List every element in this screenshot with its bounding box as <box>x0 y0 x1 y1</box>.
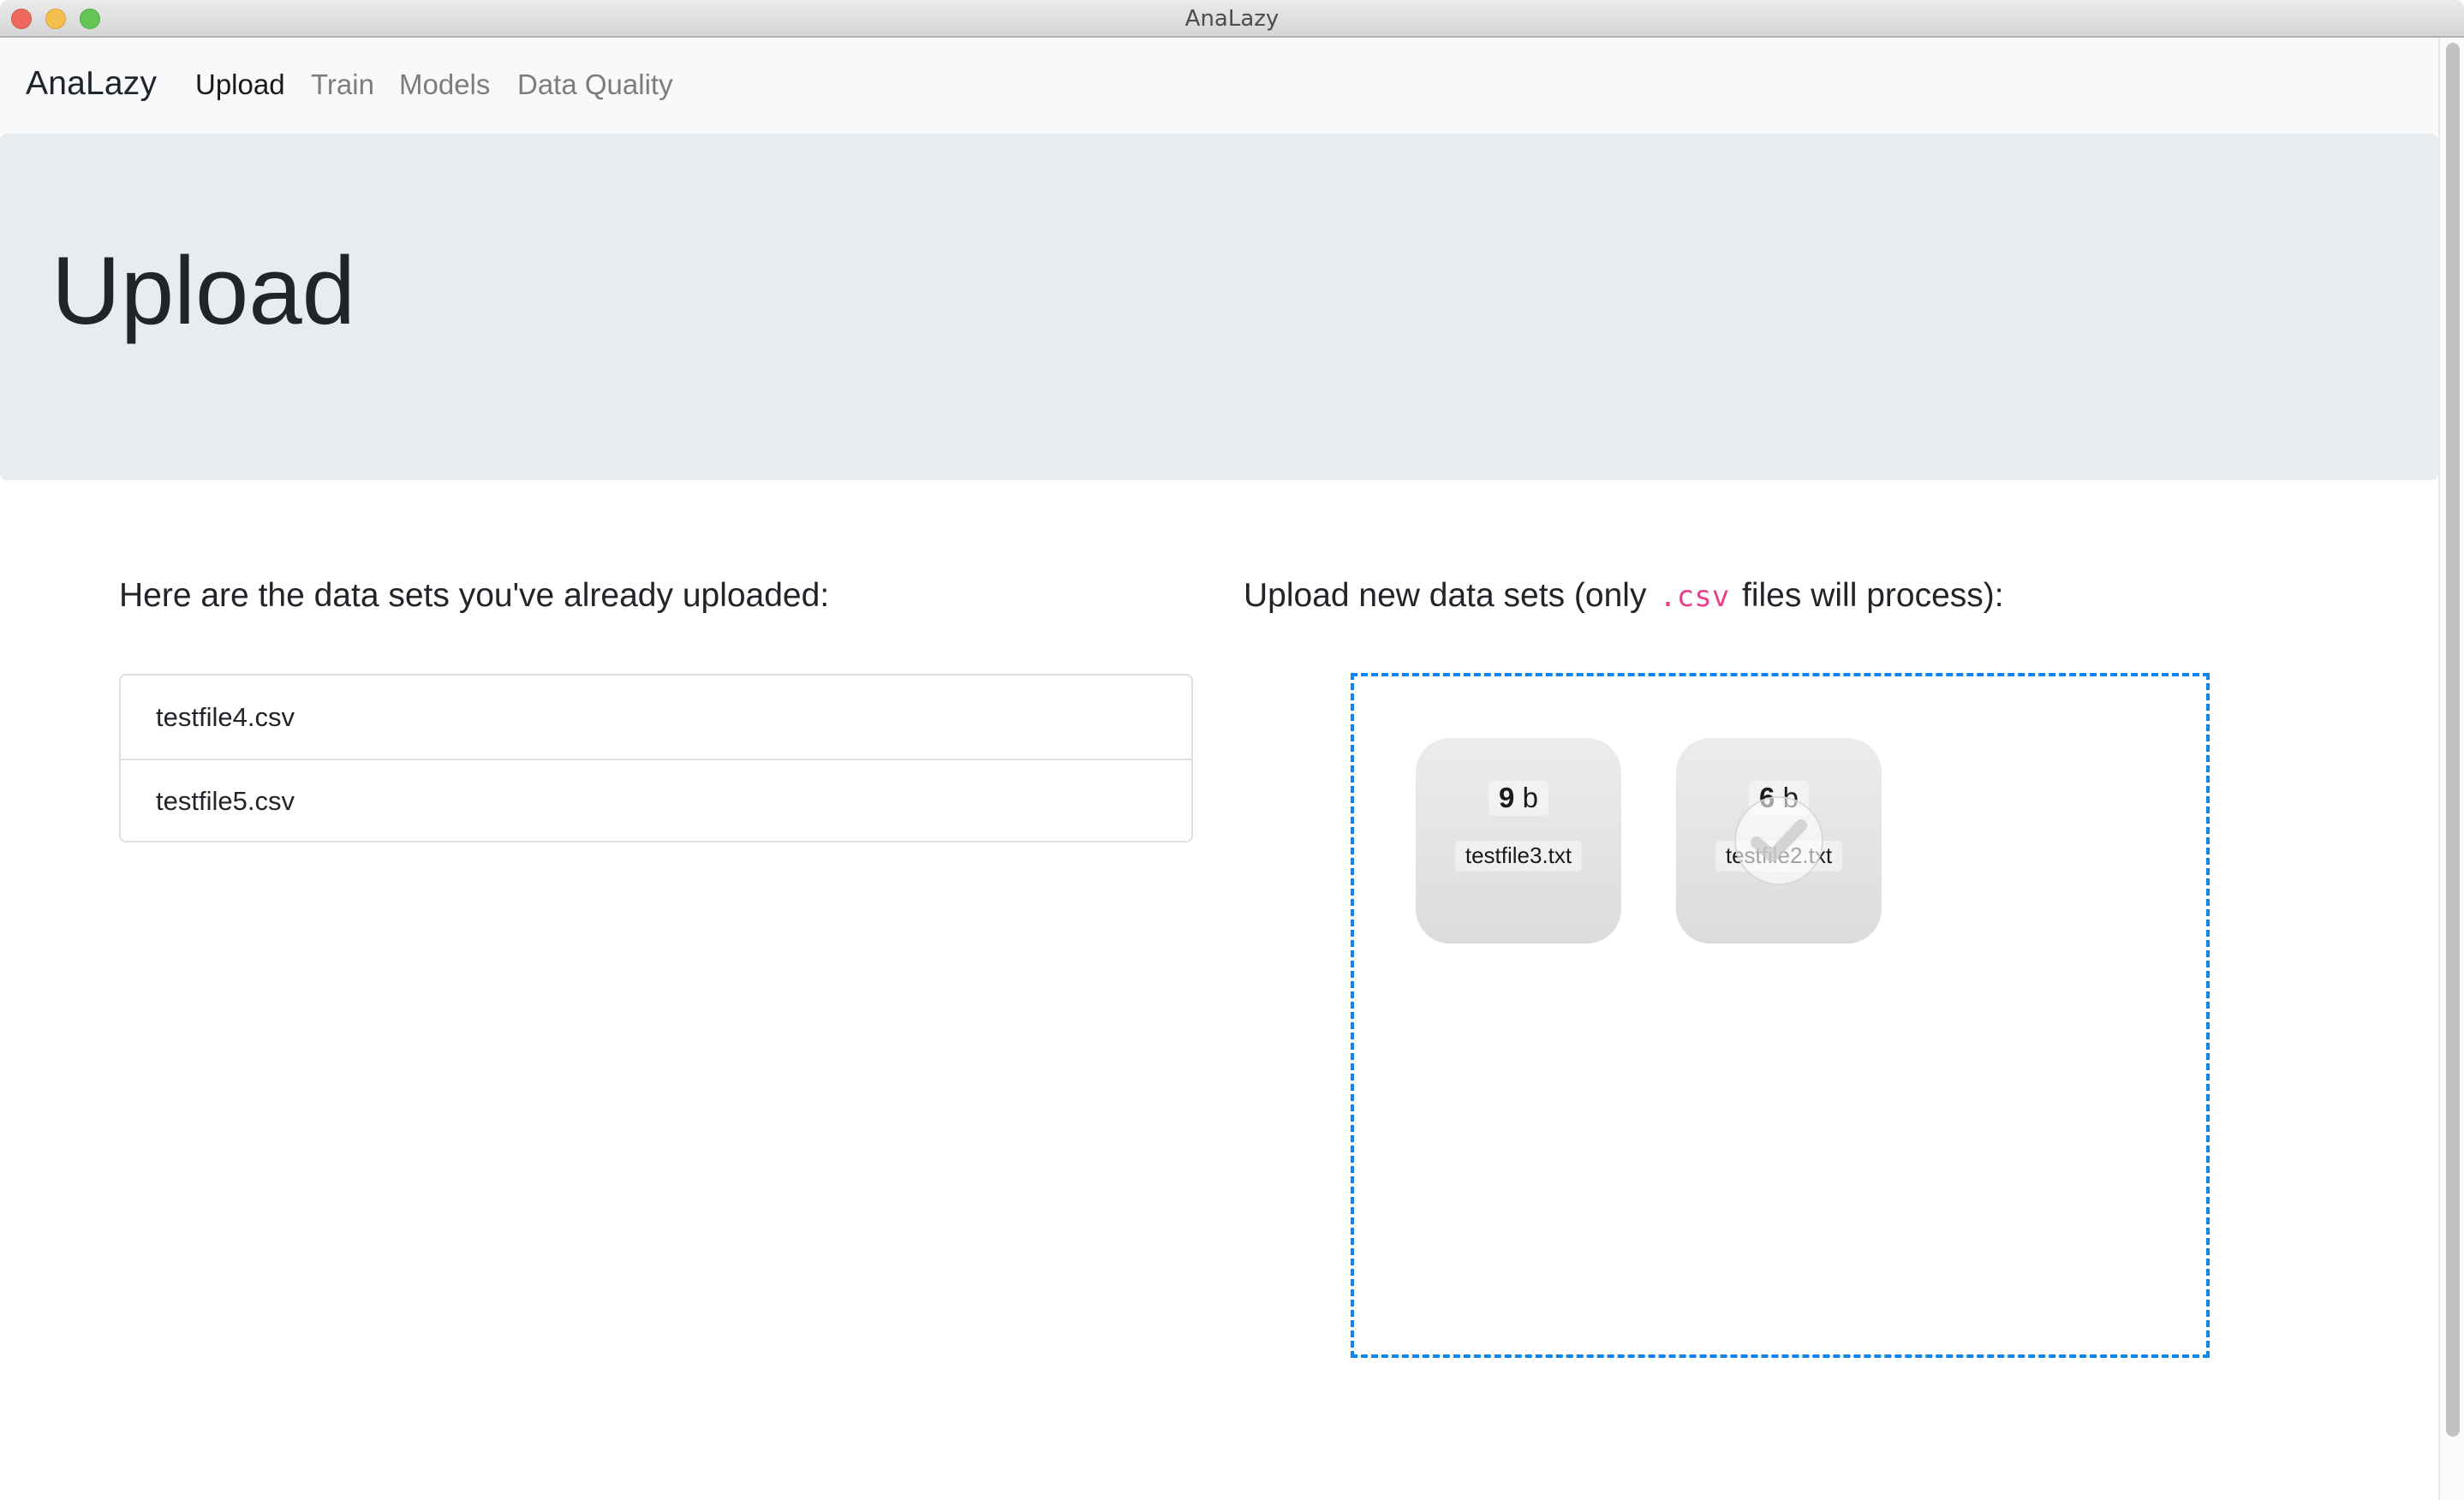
list-item[interactable]: testfile5.csv <box>121 759 1191 842</box>
upload-heading-prefix: Upload new data sets (only <box>1244 577 1647 614</box>
vertical-scrollbar[interactable] <box>2438 38 2464 1500</box>
nav-item-data-quality[interactable]: Data Quality <box>517 68 673 101</box>
page-viewport: AnaLazy Upload Train Models Data Quality… <box>0 38 2438 1500</box>
nav-item-train[interactable]: Train <box>311 68 374 101</box>
file-preview[interactable]: 6 b testfile2.txt <box>1676 738 1882 943</box>
upload-new-heading: Upload new data sets (only .csv files wi… <box>1244 577 2004 615</box>
jumbotron: Upload <box>0 134 2438 480</box>
file-dropzone[interactable]: 9 b testfile3.txt 6 b testfile2.txt <box>1351 673 2210 1358</box>
file-preview[interactable]: 9 b testfile3.txt <box>1416 738 1621 943</box>
checkmark-icon <box>1751 819 1807 862</box>
nav-item-models[interactable]: Models <box>399 68 490 101</box>
uploaded-files-list: testfile4.csv testfile5.csv <box>119 674 1193 842</box>
page-title: Upload <box>51 237 355 344</box>
nav-item-upload[interactable]: Upload <box>195 68 285 101</box>
scrollbar-thumb[interactable] <box>2446 43 2460 1437</box>
upload-success-mark <box>1734 796 1823 885</box>
window-titlebar: AnaLazy <box>0 0 2464 38</box>
window-title: AnaLazy <box>1184 6 1280 32</box>
file-name-badge: testfile3.txt <box>1454 841 1583 872</box>
csv-extension-code: .csv <box>1659 580 1730 614</box>
file-size-unit: b <box>1522 782 1538 813</box>
file-size-value: 9 <box>1499 782 1515 813</box>
upload-heading-suffix: files will process): <box>1742 577 2004 614</box>
navbar-brand[interactable]: AnaLazy <box>26 65 157 103</box>
list-item[interactable]: testfile4.csv <box>121 676 1191 759</box>
file-size-badge: 9 b <box>1489 781 1548 816</box>
uploaded-heading: Here are the data sets you've already up… <box>119 577 830 614</box>
navbar: AnaLazy Upload Train Models Data Quality <box>0 38 2438 134</box>
